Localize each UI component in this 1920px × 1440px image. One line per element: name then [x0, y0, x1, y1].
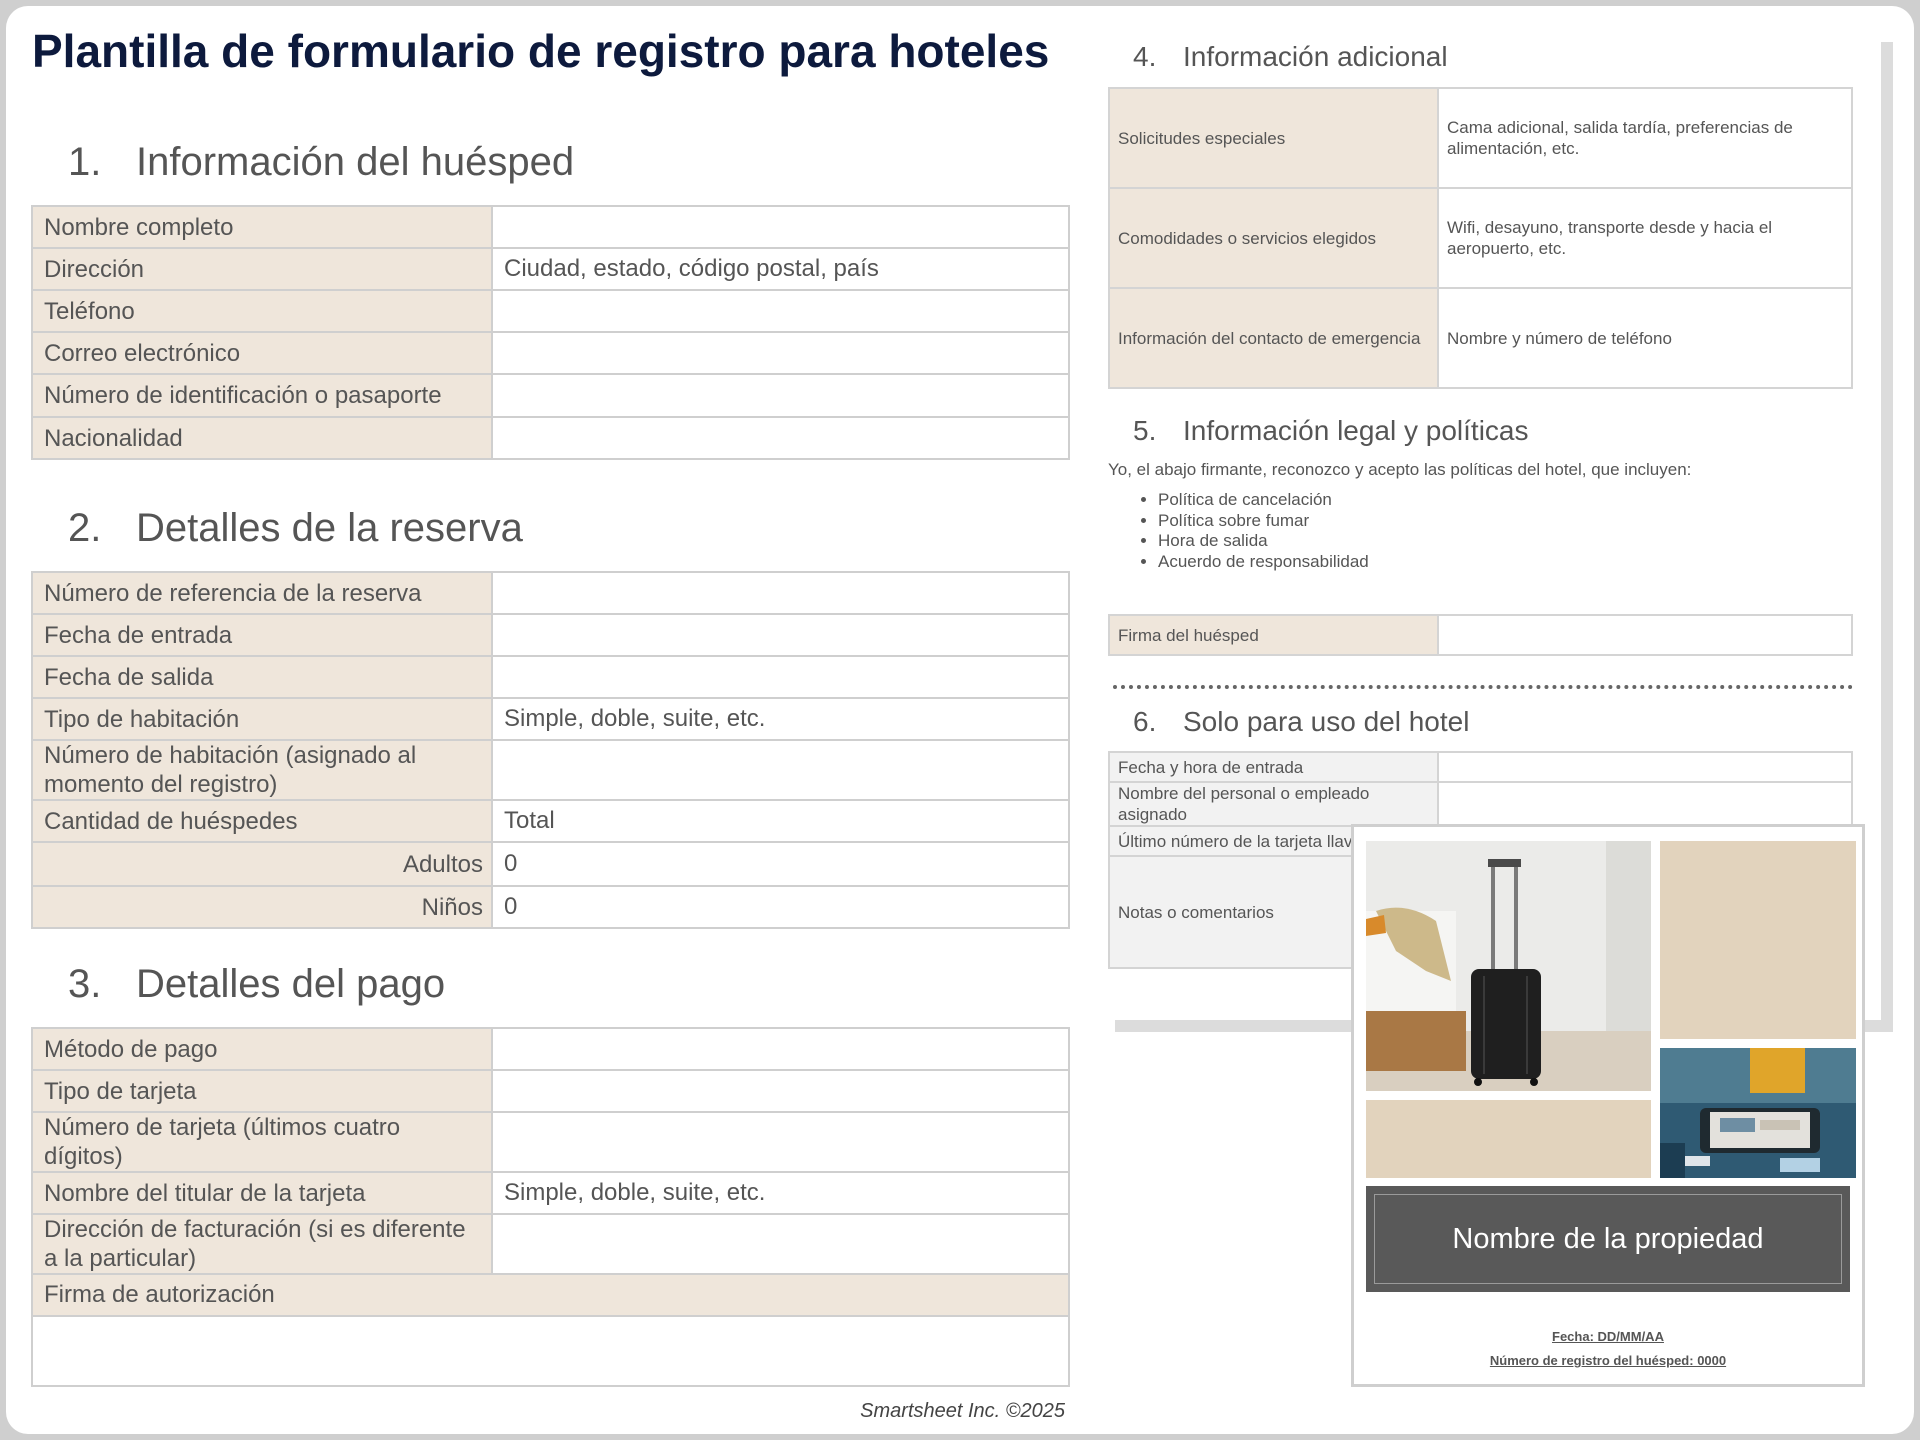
- field-label: Fecha de salida: [31, 655, 493, 699]
- property-name-box: Nombre de la propiedad: [1366, 1186, 1850, 1292]
- field-label: Dirección de facturación (si es diferent…: [31, 1213, 493, 1275]
- packing-photo: [1660, 1048, 1856, 1178]
- field-label: Cantidad de huéspedes: [31, 799, 493, 843]
- legal-intro-text: Yo, el abajo firmante, reconozco y acept…: [1108, 460, 1692, 479]
- cardholder-input[interactable]: Simple, doble, suite, etc.: [491, 1171, 1070, 1215]
- field-label: Adultos: [31, 841, 493, 887]
- section-guest-heading: 1. Información del huésped: [68, 140, 575, 184]
- field-label: Fecha y hora de entrada: [1108, 751, 1439, 783]
- field-label: Firma del huésped: [1108, 614, 1439, 656]
- list-item: Hora de salida: [1158, 531, 1369, 552]
- amenities-input[interactable]: Wifi, desayuno, transporte desde y hacia…: [1437, 187, 1853, 289]
- cut-line-divider: [1113, 685, 1853, 689]
- field-label: Tipo de habitación: [31, 697, 493, 741]
- list-item: Acuerdo de responsabilidad: [1158, 552, 1369, 573]
- field-label: Dirección: [31, 247, 493, 291]
- full-name-input[interactable]: [491, 205, 1070, 249]
- field-label: Número de identificación o pasaporte: [31, 373, 493, 418]
- list-item: Política de cancelación: [1158, 490, 1369, 511]
- section-additional-heading: 4. Información adicional: [1133, 41, 1448, 72]
- field-label: Tipo de tarjeta: [31, 1069, 493, 1113]
- booking-ref-input[interactable]: [491, 571, 1070, 615]
- passport-input[interactable]: [491, 373, 1070, 418]
- field-label: Número de tarjeta (últimos cuatro dígito…: [31, 1111, 493, 1173]
- checkin-time-input[interactable]: [1437, 751, 1853, 783]
- children-input[interactable]: 0: [491, 885, 1070, 929]
- booking-table: Número de referencia de la reserva Fecha…: [31, 571, 1070, 929]
- authorization-signature-field[interactable]: [31, 1315, 1070, 1387]
- room-type-input[interactable]: Simple, doble, suite, etc.: [491, 697, 1070, 741]
- additional-table: Solicitudes especiales Cama adicional, sa…: [1108, 87, 1853, 389]
- suitcase-photo: [1366, 841, 1651, 1091]
- billing-address-input[interactable]: [491, 1213, 1070, 1275]
- field-label: Nombre del personal o empleado asignado: [1108, 781, 1439, 827]
- property-name[interactable]: Nombre de la propiedad: [1374, 1194, 1842, 1284]
- field-label: Método de pago: [31, 1027, 493, 1071]
- nationality-input[interactable]: [491, 416, 1070, 460]
- page-title: Plantilla de formulario de registro para…: [32, 25, 1050, 77]
- list-item: Política sobre fumar: [1158, 511, 1369, 532]
- cover-page: Nombre de la propiedad Fecha: DD/MM/AA N…: [1351, 824, 1865, 1387]
- adults-input[interactable]: 0: [491, 841, 1070, 887]
- field-label: Información del contacto de emergencia: [1108, 287, 1439, 389]
- payment-table: Método de pago Tipo de tarjeta Número de…: [31, 1027, 1070, 1387]
- field-label: Comodidades o servicios elegidos: [1108, 187, 1439, 289]
- field-label: Nacionalidad: [31, 416, 493, 460]
- field-label: Firma de autorización: [31, 1273, 1070, 1317]
- field-label: Número de habitación (asignado al moment…: [31, 739, 493, 801]
- policy-list: Política de cancelación Política sobre f…: [1158, 490, 1369, 572]
- guest-signature-table: Firma del huésped: [1108, 614, 1853, 656]
- tan-color-block: [1366, 1100, 1651, 1178]
- checkin-date-input[interactable]: [491, 613, 1070, 657]
- field-label: Nombre del titular de la tarjeta: [31, 1171, 493, 1215]
- special-requests-input[interactable]: Cama adicional, salida tardía, preferenc…: [1437, 87, 1853, 189]
- section-booking-heading: 2. Detalles de la reserva: [68, 506, 523, 550]
- email-input[interactable]: [491, 331, 1070, 375]
- guest-table: Nombre completo Dirección Ciudad, estado,…: [31, 205, 1070, 460]
- field-label: Nombre completo: [31, 205, 493, 249]
- section-payment-heading: 3. Detalles del pago: [68, 962, 446, 1006]
- field-label: Número de referencia de la reserva: [31, 571, 493, 615]
- phone-input[interactable]: [491, 289, 1070, 333]
- section-legal-heading: 5. Información legal y políticas: [1133, 415, 1529, 446]
- card-type-input[interactable]: [491, 1069, 1070, 1113]
- field-label: Fecha de entrada: [31, 613, 493, 657]
- footer-copyright: Smartsheet Inc. ©2025: [860, 1400, 1065, 1422]
- checkout-date-input[interactable]: [491, 655, 1070, 699]
- field-label: Correo electrónico: [31, 331, 493, 375]
- section-hotel-use-heading: 6. Solo para uso del hotel: [1133, 706, 1470, 737]
- cover-date: Fecha: DD/MM/AA: [1552, 1329, 1664, 1344]
- room-number-input[interactable]: [491, 739, 1070, 801]
- emergency-contact-input[interactable]: Nombre y número de teléfono: [1437, 287, 1853, 389]
- card-number-input[interactable]: [491, 1111, 1070, 1173]
- staff-name-input[interactable]: [1437, 781, 1853, 827]
- payment-method-input[interactable]: [491, 1027, 1070, 1071]
- field-label: Solicitudes especiales: [1108, 87, 1439, 189]
- tan-color-block: [1660, 841, 1856, 1039]
- address-input[interactable]: Ciudad, estado, código postal, país: [491, 247, 1070, 291]
- field-label: Niños: [31, 885, 493, 929]
- guest-signature-field[interactable]: [1437, 614, 1853, 656]
- cover-registration-number: Número de registro del huésped: 0000: [1489, 1353, 1727, 1368]
- guest-count-input[interactable]: Total: [491, 799, 1070, 843]
- field-label: Teléfono: [31, 289, 493, 333]
